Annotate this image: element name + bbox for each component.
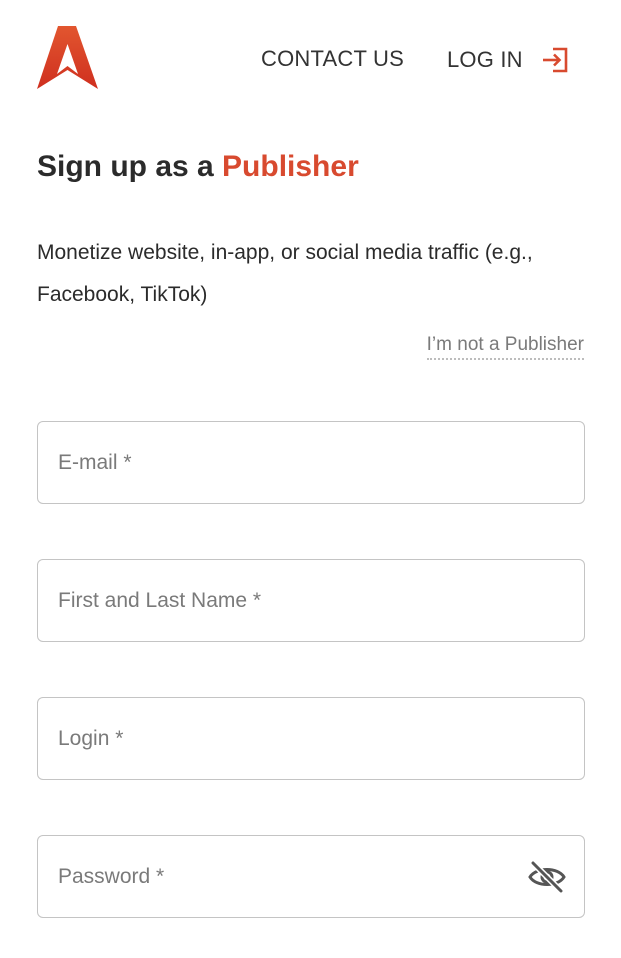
contact-us-link[interactable]: CONTACT US bbox=[261, 46, 404, 72]
not-publisher-link[interactable]: I’m not a Publisher bbox=[426, 334, 584, 360]
full-name-field[interactable] bbox=[38, 560, 584, 641]
page-subtitle: Monetize website, in-app, or social medi… bbox=[37, 241, 533, 306]
title-role-highlight: Publisher bbox=[222, 150, 359, 183]
email-field-wrapper bbox=[37, 421, 585, 504]
password-field-wrapper bbox=[37, 835, 585, 918]
login-field-wrapper bbox=[37, 697, 585, 780]
name-field-wrapper bbox=[37, 559, 585, 642]
password-field[interactable] bbox=[38, 836, 584, 917]
login-icon bbox=[542, 47, 568, 73]
brand-logo[interactable] bbox=[37, 26, 98, 89]
login-label: LOG IN bbox=[447, 47, 523, 72]
title-prefix: Sign up as a bbox=[37, 150, 223, 183]
email-field[interactable] bbox=[38, 422, 584, 503]
header: CONTACT US LOG IN bbox=[0, 0, 621, 120]
page-title: Sign up as a Publisher bbox=[37, 150, 359, 184]
eye-off-icon[interactable] bbox=[528, 860, 566, 894]
login-field[interactable] bbox=[38, 698, 584, 779]
login-link[interactable]: LOG IN bbox=[447, 46, 569, 74]
